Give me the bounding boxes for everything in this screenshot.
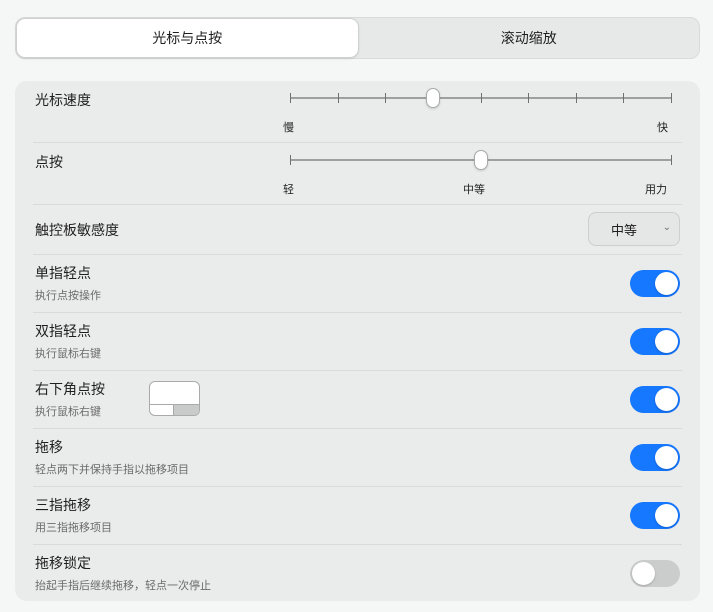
slider-tick [290, 155, 291, 165]
drag-lock-toggle[interactable] [630, 560, 680, 587]
setting-description: 执行鼠标右键 [35, 347, 101, 360]
tab-pointer-click[interactable]: 光标与点按 [16, 18, 359, 58]
slider-min-label: 慢 [283, 121, 294, 134]
slider-tick [576, 93, 577, 103]
setting-description: 轻点两下并保持手指以拖移项目 [35, 463, 189, 476]
slider-tick [385, 93, 386, 103]
setting-description: 用三指拖移项目 [35, 521, 112, 534]
chevron-down-icon: ⌄ [662, 222, 671, 233]
sensitivity-select[interactable]: 中等 ⌄ [588, 212, 680, 246]
sensitivity-label: 触控板敏感度 [35, 223, 119, 239]
single-finger-tap-toggle[interactable] [630, 270, 680, 297]
setting-label: 三指拖移 [35, 498, 91, 514]
single-finger-tap-row: 单指轻点 执行点按操作 [33, 255, 682, 313]
drag-toggle[interactable] [630, 444, 680, 471]
slider-tick [671, 93, 672, 103]
tab-bar: 光标与点按 滚动缩放 [15, 17, 700, 59]
pointer-speed-row: 光标速度 慢 快 [33, 81, 682, 143]
touchpad-corner-illustration [149, 381, 200, 416]
corner-click-toggle[interactable] [630, 386, 680, 413]
toggle-knob [655, 388, 678, 411]
corner-click-row: 右下角点按 执行鼠标右键 [33, 371, 682, 429]
pointer-speed-slider[interactable] [290, 88, 672, 108]
toggle-knob [655, 272, 678, 295]
setting-label: 拖移 [35, 440, 63, 456]
slider-max-label: 快 [657, 121, 668, 134]
sensitivity-selected-value: 中等 [611, 223, 638, 239]
click-pressure-slider[interactable] [290, 150, 672, 170]
tab-scroll-zoom[interactable]: 滚动缩放 [359, 18, 700, 58]
three-finger-drag-row: 三指拖移 用三指拖移项目 [33, 487, 682, 545]
slider-tick [290, 93, 291, 103]
drag-row: 拖移 轻点两下并保持手指以拖移项目 [33, 429, 682, 487]
slider-tick [623, 93, 624, 103]
pointer-speed-label: 光标速度 [35, 93, 91, 109]
toggle-knob [655, 330, 678, 353]
setting-label: 双指轻点 [35, 324, 91, 340]
click-label: 点按 [35, 155, 63, 171]
pointer-speed-thumb[interactable] [426, 88, 440, 108]
slider-tick [671, 155, 672, 165]
sensitivity-row: 触控板敏感度 中等 ⌄ [33, 205, 682, 255]
setting-label: 右下角点按 [35, 382, 105, 398]
slider-tick [338, 93, 339, 103]
toggle-knob [655, 446, 678, 469]
two-finger-tap-toggle[interactable] [630, 328, 680, 355]
slider-mid-label: 中等 [463, 183, 485, 196]
click-pressure-thumb[interactable] [474, 150, 488, 170]
setting-description: 抬起手指后继续拖移，轻点一次停止 [35, 579, 211, 592]
three-finger-drag-toggle[interactable] [630, 502, 680, 529]
settings-panel: 光标速度 慢 快 点按 轻 中等 用力 触控板敏感度 中等 ⌄ 单指轻点 执行点… [15, 81, 700, 601]
setting-label: 单指轻点 [35, 266, 91, 282]
slider-min-label: 轻 [283, 183, 294, 196]
toggle-knob [632, 562, 655, 585]
slider-tick [528, 93, 529, 103]
touchpad-bottom-right-zone [173, 404, 199, 415]
two-finger-tap-row: 双指轻点 执行鼠标右键 [33, 313, 682, 371]
click-row: 点按 轻 中等 用力 [33, 143, 682, 205]
slider-tick [481, 93, 482, 103]
touchpad-bottom-left-zone [150, 404, 175, 415]
setting-label: 拖移锁定 [35, 556, 91, 572]
setting-description: 执行点按操作 [35, 289, 101, 302]
setting-description: 执行鼠标右键 [35, 405, 101, 418]
drag-lock-row: 拖移锁定 抬起手指后继续拖移，轻点一次停止 [33, 545, 682, 601]
toggle-knob [655, 504, 678, 527]
slider-max-label: 用力 [645, 183, 667, 196]
